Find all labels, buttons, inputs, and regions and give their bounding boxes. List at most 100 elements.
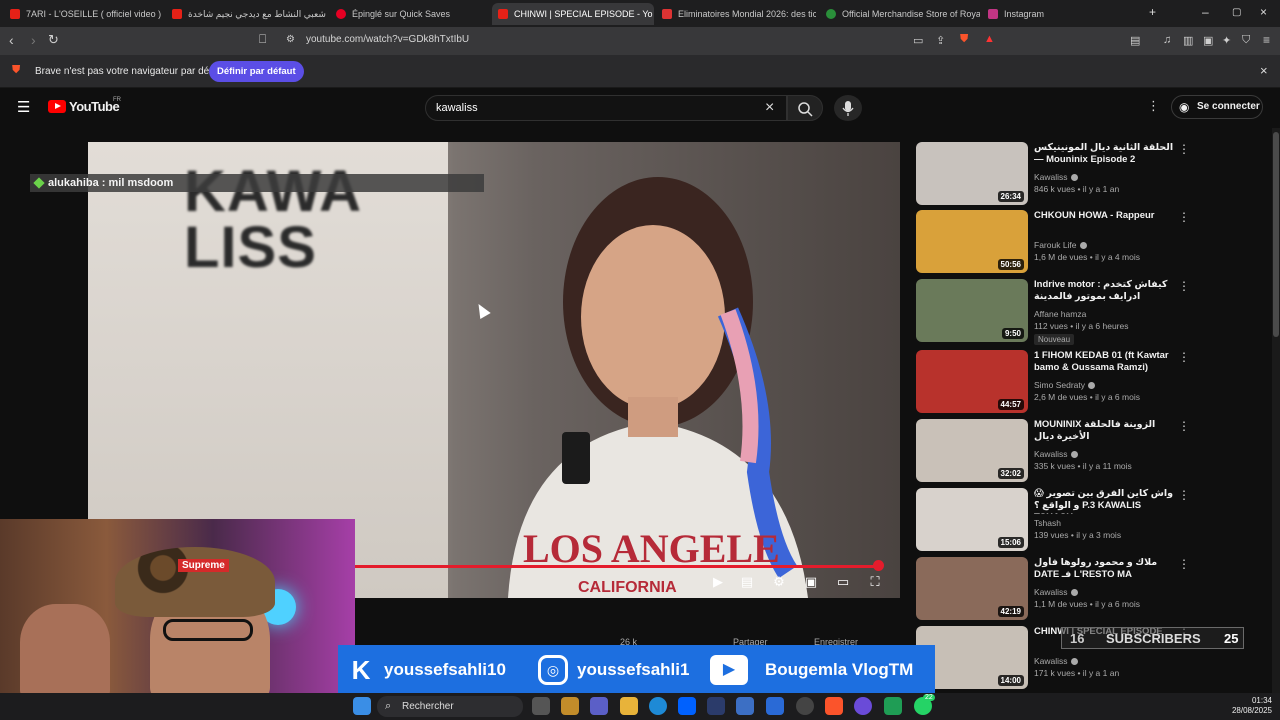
- channel-name[interactable]: Kawaliss: [1034, 656, 1078, 666]
- more-actions-icon[interactable]: ⋮: [1178, 557, 1190, 571]
- app-icon[interactable]: [707, 697, 725, 715]
- teams-icon[interactable]: [590, 697, 608, 715]
- youtube-logo-text[interactable]: YouTube: [69, 99, 120, 114]
- set-default-button[interactable]: Définir par défaut: [209, 61, 304, 82]
- recommendation-item[interactable]: 26:34 الحلقة الثانية ديال المونينيكس— Mou…: [916, 142, 1276, 208]
- channel-name[interactable]: Farouk Life: [1034, 240, 1087, 250]
- new-tab-button[interactable]: +: [1149, 5, 1156, 19]
- brave-shield-icon[interactable]: ⛊: [960, 33, 968, 46]
- ai-icon[interactable]: ✦: [1222, 34, 1231, 47]
- video-title[interactable]: الحلقة الثانية ديال المونينيكس— Mouninix…: [1034, 142, 1174, 166]
- video-thumbnail[interactable]: 42:19: [916, 557, 1028, 620]
- video-thumbnail[interactable]: 44:57: [916, 350, 1028, 413]
- channel-name[interactable]: Kawaliss: [1034, 172, 1078, 182]
- browser-tab[interactable]: Épinglé sur Quick Saves: [330, 3, 490, 25]
- autoplay-toggle-icon[interactable]: ▶: [709, 574, 727, 590]
- maximize-icon[interactable]: ▢: [1232, 7, 1241, 18]
- share-icon[interactable]: ⇪: [936, 34, 945, 47]
- more-options-icon[interactable]: ⋮: [1147, 98, 1160, 114]
- more-actions-icon[interactable]: ⋮: [1178, 142, 1190, 156]
- channel-name[interactable]: Simo Sedraty: [1034, 380, 1096, 390]
- browser-tab[interactable]: شعبي النشاط مع ديدجي نجيم شاخدة: [166, 3, 326, 25]
- video-thumbnail[interactable]: 15:06: [916, 488, 1028, 551]
- browser-tab[interactable]: 7ARI - L'OSEILLE ( officiel video ) - Yo: [4, 3, 164, 25]
- progress-scrubber[interactable]: [873, 560, 884, 571]
- file-explorer-icon[interactable]: [620, 697, 638, 715]
- close-tab-icon[interactable]: ×: [653, 8, 654, 20]
- taskbar-search[interactable]: ⌕ Rechercher: [377, 696, 523, 717]
- sign-in-button[interactable]: ◉ Se connecter: [1171, 95, 1263, 119]
- video-thumbnail[interactable]: 26:34: [916, 142, 1028, 205]
- fullscreen-icon[interactable]: ⛶: [866, 574, 884, 590]
- site-info-icon[interactable]: ⚙: [286, 34, 295, 45]
- recommendation-item[interactable]: 15:06 😱 واش كاين الفرق بين تصوير و الواقع…: [916, 488, 1276, 554]
- voice-search-button[interactable]: [834, 95, 862, 121]
- more-actions-icon[interactable]: ⋮: [1178, 210, 1190, 224]
- app-icon[interactable]: [854, 697, 872, 715]
- app-icon[interactable]: [766, 697, 784, 715]
- recommendation-item[interactable]: 32:02 MOUNINIX الزوينة فالحلقة الأخيرة دي…: [916, 419, 1276, 485]
- video-title[interactable]: CHKOUN HOWA - Rappeur: [1034, 210, 1174, 222]
- edge-icon[interactable]: [649, 697, 667, 715]
- url-field[interactable]: youtube.com/watch?v=GDk8hTxtIbU: [306, 34, 469, 45]
- menu-icon[interactable]: ≡: [1263, 33, 1270, 47]
- search-input[interactable]: kawaliss ×: [425, 95, 787, 121]
- video-thumbnail[interactable]: 9:50: [916, 279, 1028, 342]
- back-icon[interactable]: ‹: [9, 32, 14, 48]
- close-infobar-icon[interactable]: ×: [1260, 63, 1268, 78]
- search-button[interactable]: [787, 95, 823, 121]
- minimize-icon[interactable]: –: [1202, 5, 1209, 19]
- windows-start-icon[interactable]: [353, 697, 371, 715]
- scrollbar-thumb[interactable]: [1273, 132, 1279, 337]
- channel-name[interactable]: Affane hamza: [1034, 309, 1086, 319]
- recommendation-item[interactable]: 42:19 ملاك و محمود رولوها فأول DATE فـ L'…: [916, 557, 1276, 623]
- channel-name[interactable]: Tshash: [1034, 518, 1061, 528]
- vpn-icon[interactable]: ⛉: [1242, 34, 1250, 47]
- channel-name[interactable]: Kawaliss: [1034, 449, 1078, 459]
- app-icon[interactable]: [561, 697, 579, 715]
- more-actions-icon[interactable]: ⋮: [1178, 279, 1190, 293]
- clear-search-icon[interactable]: ×: [765, 99, 774, 117]
- recommendation-item[interactable]: 50:56 CHKOUN HOWA - Rappeur Farouk Life 1,6…: [916, 210, 1276, 276]
- forward-icon[interactable]: ›: [31, 32, 36, 48]
- reload-icon[interactable]: ↻: [48, 32, 59, 48]
- video-title[interactable]: 😱 واش كاين الفرق بين تصوير و الواقع ؟ P.…: [1034, 488, 1174, 514]
- browser-tab[interactable]: Eliminatoires Mondial 2026: des ticke: [656, 3, 816, 25]
- app-icon[interactable]: [884, 697, 902, 715]
- video-thumbnail[interactable]: 32:02: [916, 419, 1028, 482]
- channel-name[interactable]: Kawaliss: [1034, 587, 1078, 597]
- miniplayer-icon[interactable]: ▣: [802, 574, 820, 590]
- video-thumbnail[interactable]: 50:56: [916, 210, 1028, 273]
- wallet-icon[interactable]: ▣: [1203, 34, 1213, 47]
- brave-icon[interactable]: [825, 697, 843, 715]
- theater-mode-icon[interactable]: ▭: [834, 574, 852, 590]
- video-title[interactable]: 1 FIHOM KEDAB 01 (ft Kawtar bamo & Oussa…: [1034, 350, 1174, 374]
- store-icon[interactable]: [736, 697, 754, 715]
- brave-rewards-icon[interactable]: ▲: [984, 33, 995, 45]
- more-actions-icon[interactable]: ⋮: [1178, 488, 1190, 502]
- cast-icon[interactable]: ▭: [913, 34, 923, 47]
- bookmark-icon[interactable]: ⎕: [259, 32, 266, 47]
- browser-tab[interactable]: Instagram: [982, 3, 1102, 25]
- video-title[interactable]: MOUNINIX الزوينة فالحلقة الأخيرة ديال: [1034, 419, 1174, 443]
- youtube-logo-icon[interactable]: [48, 100, 66, 113]
- dropbox-icon[interactable]: [678, 697, 696, 715]
- hamburger-menu-icon[interactable]: ☰: [17, 98, 30, 116]
- browser-tab-active[interactable]: CHINWI | SPECIAL EPISODE - Yo ×: [492, 3, 654, 25]
- sidebar-icon[interactable]: ▤: [1130, 34, 1140, 47]
- browser-tab[interactable]: Official Merchandise Store of Royal: [820, 3, 980, 25]
- more-actions-icon[interactable]: ⋮: [1178, 350, 1190, 364]
- video-title[interactable]: Indrive motor : كيفاش كتخدم ادرايف بموتو…: [1034, 279, 1174, 303]
- recommendation-item[interactable]: 44:57 1 FIHOM KEDAB 01 (ft Kawtar bamo & …: [916, 350, 1276, 416]
- obs-icon[interactable]: [796, 697, 814, 715]
- video-title[interactable]: ملاك و محمود رولوها فأول DATE فـ L'RESTO…: [1034, 557, 1174, 581]
- close-window-icon[interactable]: ×: [1260, 5, 1267, 19]
- reader-icon[interactable]: ▥: [1183, 34, 1193, 47]
- task-view-icon[interactable]: [532, 697, 550, 715]
- system-clock[interactable]: 01:34 28/08/2025: [1216, 696, 1272, 716]
- settings-gear-icon[interactable]: ⚙: [770, 574, 788, 590]
- more-actions-icon[interactable]: ⋮: [1178, 419, 1190, 433]
- recommendation-item[interactable]: 9:50 Indrive motor : كيفاش كتخدم ادرايف ب…: [916, 279, 1276, 345]
- subtitles-icon[interactable]: ▤: [738, 574, 756, 590]
- music-icon[interactable]: ♫: [1163, 34, 1171, 46]
